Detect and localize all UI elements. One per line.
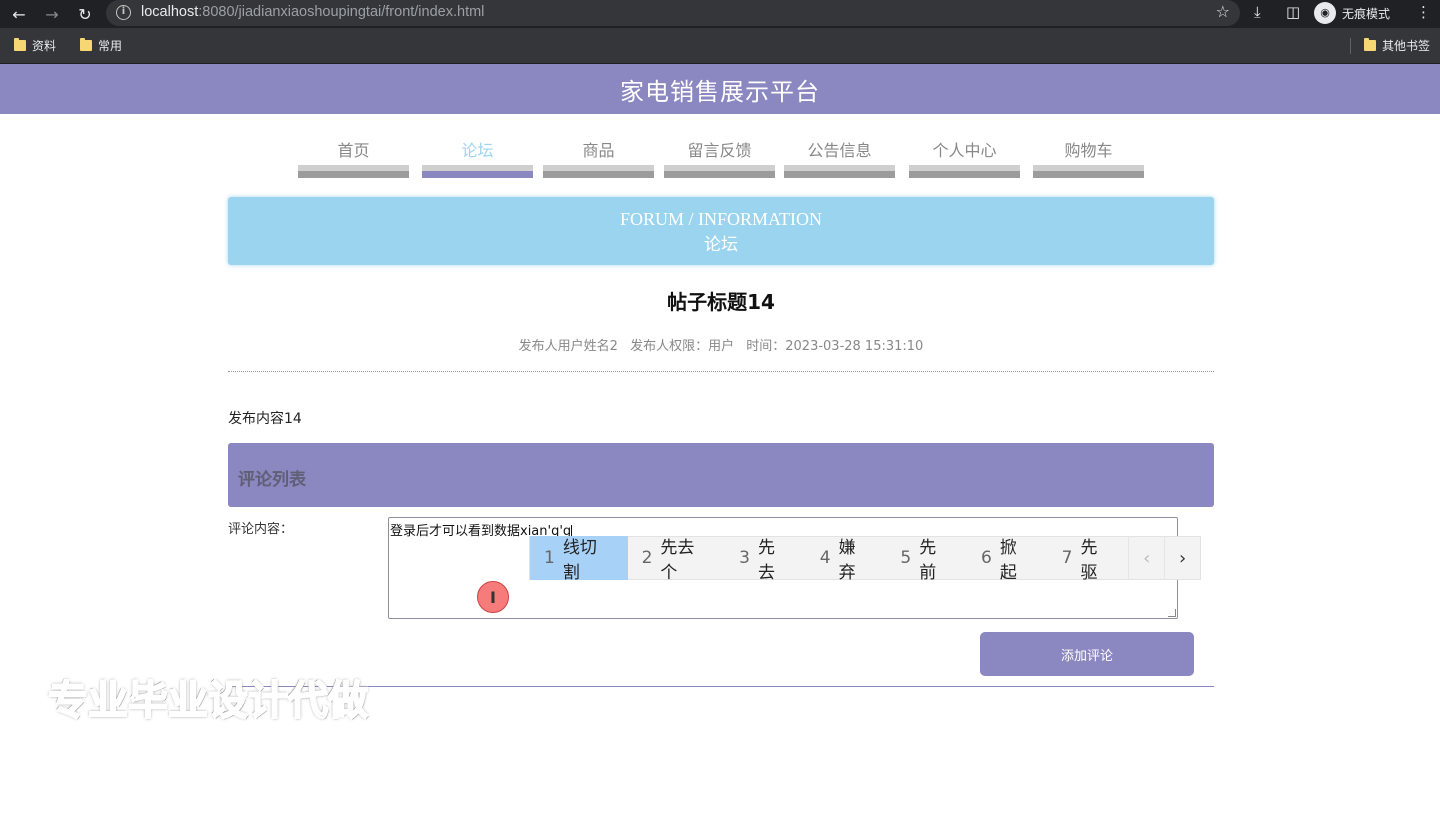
bookmarks-bar: 资料 常用 其他书签 — [0, 28, 1440, 64]
nav-item-feedback[interactable]: 留言反馈 — [664, 130, 775, 178]
folder-icon — [14, 38, 26, 51]
candidate-text: 掀起 — [999, 538, 1017, 583]
candidate-text: 先去 — [757, 538, 775, 583]
comment-list-header: 评论列表 — [228, 443, 1214, 507]
bookmark-folder-changyong[interactable]: 常用 — [80, 37, 122, 54]
site-info-icon[interactable]: i — [116, 5, 131, 20]
other-bookmarks[interactable]: 其他书签 — [1364, 37, 1430, 54]
bookmark-folder-ziliao[interactable]: 资料 — [14, 37, 56, 54]
resize-handle[interactable] — [1168, 609, 1176, 617]
nav-label: 留言反馈 — [687, 141, 752, 160]
section-banner: FORUM / INFORMATION 论坛 — [228, 197, 1214, 265]
nav-item-goods[interactable]: 商品 — [543, 130, 654, 178]
divider — [228, 686, 1214, 687]
post-role: 发布人权限：用户 — [630, 339, 735, 354]
incognito-icon: ◉ — [1314, 2, 1336, 24]
candidate-number: 5 — [900, 548, 912, 568]
bookmark-star-icon[interactable]: ☆ — [1216, 2, 1230, 21]
divider — [228, 371, 1214, 372]
ime-candidate[interactable]: 1 线切割 — [530, 536, 628, 583]
ime-candidate[interactable]: 7 先驱 — [1048, 536, 1129, 583]
ime-candidate-bar: 1 线切割 2 先去个 3 先去 4 嫌弃 5 先前 6 掀起 7 先驱 ‹ › — [529, 536, 1201, 583]
candidate-number: 4 — [819, 548, 831, 568]
reload-icon[interactable]: ↻ — [74, 3, 96, 25]
comment-label: 评论内容： — [228, 522, 294, 537]
nav-bar — [422, 171, 533, 178]
post-meta: 发布人用户姓名2 发布人权限：用户 时间：2023-03-28 15:31:10 — [228, 335, 1214, 354]
side-panel-icon[interactable]: ◫ — [1286, 3, 1300, 21]
post-author: 发布人用户姓名2 — [518, 339, 618, 354]
nav-label: 论坛 — [461, 141, 494, 160]
nav-item-forum[interactable]: 论坛 — [422, 130, 533, 178]
chevron-right-icon[interactable]: › — [1164, 536, 1200, 580]
candidate-number: 6 — [981, 548, 992, 568]
nav-label: 公告信息 — [807, 141, 872, 160]
candidate-number: 3 — [739, 548, 750, 568]
watermark: 专业毕业设计代做 — [47, 677, 369, 725]
text-cursor-icon: I — [477, 581, 509, 613]
banner-title-cn: 论坛 — [704, 235, 738, 255]
folder-icon — [1364, 38, 1376, 51]
nav-bar — [664, 171, 775, 178]
candidate-text: 线切割 — [562, 538, 597, 583]
chevron-left-icon[interactable]: ‹ — [1128, 536, 1164, 580]
nav-label: 购物车 — [1064, 141, 1113, 160]
back-arrow-icon[interactable]: ← — [8, 3, 30, 25]
incognito-indicator[interactable]: ◉ 无痕模式 — [1314, 2, 1390, 24]
bookmark-label: 其他书签 — [1382, 39, 1431, 53]
comment-list-title: 评论列表 — [238, 470, 306, 490]
ime-candidate[interactable]: 4 嫌弃 — [806, 536, 887, 583]
candidate-number: 7 — [1061, 548, 1073, 568]
folder-icon — [80, 38, 92, 51]
post-title: 帖子标题14 — [667, 290, 775, 314]
nav-bar — [543, 171, 654, 178]
candidate-text: 先去个 — [660, 538, 695, 583]
post-time: 时间：2023-03-28 15:31:10 — [746, 339, 924, 354]
candidate-number: 1 — [544, 548, 555, 568]
candidate-text: 嫌弃 — [838, 538, 856, 583]
nav-label: 商品 — [582, 141, 615, 160]
nav-item-notice[interactable]: 公告信息 — [784, 130, 895, 178]
add-comment-button[interactable]: 添加评论 — [980, 632, 1194, 676]
nav-bar — [1033, 171, 1144, 178]
ime-candidate[interactable]: 6 掀起 — [967, 536, 1048, 583]
candidate-text: 先驱 — [1080, 538, 1098, 583]
incognito-label: 无痕模式 — [1342, 6, 1391, 21]
bookmark-label: 常用 — [98, 39, 123, 53]
post-content: 发布内容14 — [228, 411, 302, 427]
candidate-text: 先前 — [919, 538, 937, 583]
browser-toolbar: ← → ↻ i localhost:8080/jiadianxiaoshoupi… — [0, 0, 1440, 28]
nav-item-home[interactable]: 首页 — [298, 130, 409, 178]
ime-candidate[interactable]: 5 先前 — [886, 536, 967, 583]
url-text: localhost:8080/jiadianxiaoshoupingtai/fr… — [141, 4, 485, 20]
nav-bar — [784, 171, 895, 178]
nav-item-profile[interactable]: 个人中心 — [909, 130, 1020, 178]
forward-arrow-icon[interactable]: → — [41, 3, 63, 25]
nav-label: 个人中心 — [932, 141, 997, 160]
nav-bar — [298, 171, 409, 178]
ime-candidate[interactable]: 2 先去个 — [628, 536, 726, 583]
download-icon[interactable]: ⤓ — [1254, 3, 1261, 21]
candidate-number: 2 — [641, 548, 653, 568]
menu-kebab-icon[interactable]: ⋮ — [1416, 3, 1431, 21]
address-bar[interactable]: i localhost:8080/jiadianxiaoshoupingtai/… — [106, 0, 1240, 26]
nav-label: 首页 — [337, 141, 370, 160]
bookmark-label: 资料 — [32, 39, 57, 53]
site-title: 家电销售展示平台 — [620, 77, 820, 106]
nav-item-cart[interactable]: 购物车 — [1033, 130, 1144, 178]
bookmark-divider — [1350, 38, 1351, 54]
ime-candidate[interactable]: 3 先去 — [725, 536, 806, 583]
banner-title-en: FORUM / INFORMATION — [619, 209, 823, 229]
site-header: 家电销售展示平台 — [0, 64, 1440, 114]
nav-bar — [909, 171, 1020, 178]
